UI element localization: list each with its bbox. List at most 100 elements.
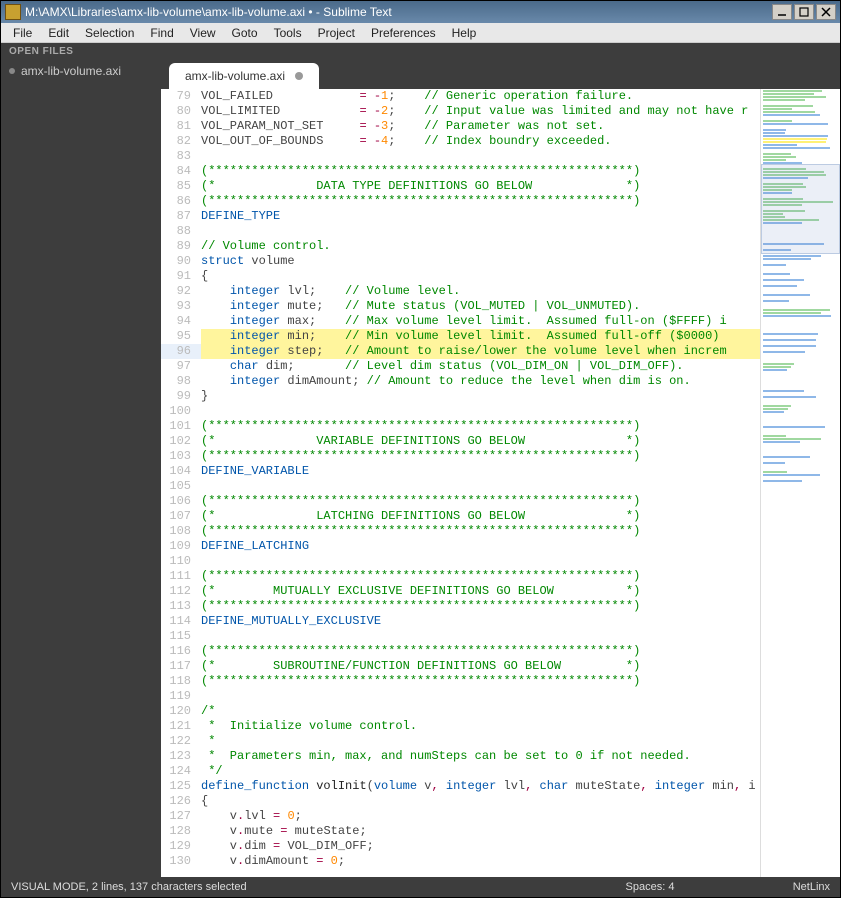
line-number: 101 bbox=[161, 419, 201, 434]
menu-preferences[interactable]: Preferences bbox=[363, 24, 444, 42]
status-spaces[interactable]: Spaces: 4 bbox=[590, 881, 710, 893]
status-syntax[interactable]: NetLinx bbox=[710, 881, 830, 893]
line-number: 94 bbox=[161, 314, 201, 329]
menu-project[interactable]: Project bbox=[310, 24, 363, 42]
line-number: 85 bbox=[161, 179, 201, 194]
code-line[interactable]: 80VOL_LIMITED = -2; // Input value was l… bbox=[161, 104, 760, 119]
code-line[interactable]: 99} bbox=[161, 389, 760, 404]
code-line[interactable]: 102(* VARIABLE DEFINITIONS GO BELOW *) bbox=[161, 434, 760, 449]
line-content: v.lvl = 0; bbox=[201, 809, 760, 824]
code-line[interactable]: 91{ bbox=[161, 269, 760, 284]
code-line[interactable]: 116(************************************… bbox=[161, 644, 760, 659]
code-line[interactable]: 122 * bbox=[161, 734, 760, 749]
code-line[interactable]: 92 integer lvl; // Volume level. bbox=[161, 284, 760, 299]
tab-bar: amx-lib-volume.axi bbox=[161, 61, 840, 89]
line-number: 115 bbox=[161, 629, 201, 644]
code-line[interactable]: 128 v.mute = muteState; bbox=[161, 824, 760, 839]
open-file-item[interactable]: amx-lib-volume.axi bbox=[1, 61, 161, 81]
code-line[interactable]: 89// Volume control. bbox=[161, 239, 760, 254]
line-content: (***************************************… bbox=[201, 194, 760, 209]
code-line[interactable]: 107(* LATCHING DEFINITIONS GO BELOW *) bbox=[161, 509, 760, 524]
code-line[interactable]: 88 bbox=[161, 224, 760, 239]
code-line[interactable]: 90struct volume bbox=[161, 254, 760, 269]
maximize-button[interactable] bbox=[794, 4, 814, 20]
code-line[interactable]: 86(*************************************… bbox=[161, 194, 760, 209]
line-content: (***************************************… bbox=[201, 569, 760, 584]
code-line[interactable]: 108(************************************… bbox=[161, 524, 760, 539]
code-line[interactable]: 84(*************************************… bbox=[161, 164, 760, 179]
code-line[interactable]: 96 integer step; // Amount to raise/lowe… bbox=[161, 344, 760, 359]
tab-file[interactable]: amx-lib-volume.axi bbox=[169, 63, 319, 89]
code-line[interactable]: 85(* DATA TYPE DEFINITIONS GO BELOW *) bbox=[161, 179, 760, 194]
close-button[interactable] bbox=[816, 4, 836, 20]
line-number: 129 bbox=[161, 839, 201, 854]
menu-view[interactable]: View bbox=[182, 24, 224, 42]
line-content: VOL_FAILED = -1; // Generic operation fa… bbox=[201, 89, 760, 104]
line-number: 86 bbox=[161, 194, 201, 209]
code-line[interactable]: 101(************************************… bbox=[161, 419, 760, 434]
code-line[interactable]: 126{ bbox=[161, 794, 760, 809]
code-line[interactable]: 95 integer min; // Min volume level limi… bbox=[161, 329, 760, 344]
menu-file[interactable]: File bbox=[5, 24, 40, 42]
line-number: 120 bbox=[161, 704, 201, 719]
menu-help[interactable]: Help bbox=[444, 24, 485, 42]
code-line[interactable]: 130 v.dimAmount = 0; bbox=[161, 854, 760, 869]
code-line[interactable]: 104DEFINE_VARIABLE bbox=[161, 464, 760, 479]
code-line[interactable]: 121 * Initialize volume control. bbox=[161, 719, 760, 734]
code-line[interactable]: 87DEFINE_TYPE bbox=[161, 209, 760, 224]
code-line[interactable]: 113(************************************… bbox=[161, 599, 760, 614]
window-titlebar[interactable]: M:\AMX\Libraries\amx-lib-volume\amx-lib-… bbox=[1, 1, 840, 23]
code-line[interactable]: 120/* bbox=[161, 704, 760, 719]
line-number: 88 bbox=[161, 224, 201, 239]
line-content bbox=[201, 689, 760, 704]
code-line[interactable]: 115 bbox=[161, 629, 760, 644]
code-line[interactable]: 127 v.lvl = 0; bbox=[161, 809, 760, 824]
menu-find[interactable]: Find bbox=[142, 24, 181, 42]
line-number: 95 bbox=[161, 329, 201, 344]
code-line[interactable]: 94 integer max; // Max volume level limi… bbox=[161, 314, 760, 329]
line-content: VOL_LIMITED = -2; // Input value was lim… bbox=[201, 104, 760, 119]
code-line[interactable]: 112(* MUTUALLY EXCLUSIVE DEFINITIONS GO … bbox=[161, 584, 760, 599]
menu-tools[interactable]: Tools bbox=[266, 24, 310, 42]
code-line[interactable]: 118(************************************… bbox=[161, 674, 760, 689]
line-content: (***************************************… bbox=[201, 164, 760, 179]
line-content: integer max; // Max volume level limit. … bbox=[201, 314, 760, 329]
code-line[interactable]: 103(************************************… bbox=[161, 449, 760, 464]
code-line[interactable]: 109DEFINE_LATCHING bbox=[161, 539, 760, 554]
code-editor[interactable]: 79VOL_FAILED = -1; // Generic operation … bbox=[161, 89, 760, 877]
code-line[interactable]: 83 bbox=[161, 149, 760, 164]
code-line[interactable]: 97 char dim; // Level dim status (VOL_DI… bbox=[161, 359, 760, 374]
line-content: DEFINE_TYPE bbox=[201, 209, 760, 224]
line-number: 128 bbox=[161, 824, 201, 839]
code-line[interactable]: 125define_function volInit(volume v, int… bbox=[161, 779, 760, 794]
code-line[interactable]: 129 v.dim = VOL_DIM_OFF; bbox=[161, 839, 760, 854]
menu-edit[interactable]: Edit bbox=[40, 24, 77, 42]
code-line[interactable]: 105 bbox=[161, 479, 760, 494]
line-content: struct volume bbox=[201, 254, 760, 269]
code-line[interactable]: 117(* SUBROUTINE/FUNCTION DEFINITIONS GO… bbox=[161, 659, 760, 674]
menu-goto[interactable]: Goto bbox=[224, 24, 266, 42]
line-number: 83 bbox=[161, 149, 201, 164]
code-line[interactable]: 123 * Parameters min, max, and numSteps … bbox=[161, 749, 760, 764]
code-line[interactable]: 110 bbox=[161, 554, 760, 569]
code-line[interactable]: 106(************************************… bbox=[161, 494, 760, 509]
code-line[interactable]: 124 */ bbox=[161, 764, 760, 779]
minimize-button[interactable] bbox=[772, 4, 792, 20]
code-line[interactable]: 93 integer mute; // Mute status (VOL_MUT… bbox=[161, 299, 760, 314]
code-line[interactable]: 119 bbox=[161, 689, 760, 704]
line-number: 124 bbox=[161, 764, 201, 779]
minimap[interactable] bbox=[760, 89, 840, 877]
code-line[interactable]: 79VOL_FAILED = -1; // Generic operation … bbox=[161, 89, 760, 104]
code-line[interactable]: 114DEFINE_MUTUALLY_EXCLUSIVE bbox=[161, 614, 760, 629]
code-line[interactable]: 100 bbox=[161, 404, 760, 419]
code-line[interactable]: 111(************************************… bbox=[161, 569, 760, 584]
line-content: } bbox=[201, 389, 760, 404]
minimap-viewport[interactable] bbox=[761, 164, 840, 254]
line-content: (* DATA TYPE DEFINITIONS GO BELOW *) bbox=[201, 179, 760, 194]
code-line[interactable]: 98 integer dimAmount; // Amount to reduc… bbox=[161, 374, 760, 389]
line-number: 93 bbox=[161, 299, 201, 314]
code-line[interactable]: 81VOL_PARAM_NOT_SET = -3; // Parameter w… bbox=[161, 119, 760, 134]
menu-selection[interactable]: Selection bbox=[77, 24, 142, 42]
code-line[interactable]: 82VOL_OUT_OF_BOUNDS = -4; // Index bound… bbox=[161, 134, 760, 149]
line-number: 108 bbox=[161, 524, 201, 539]
